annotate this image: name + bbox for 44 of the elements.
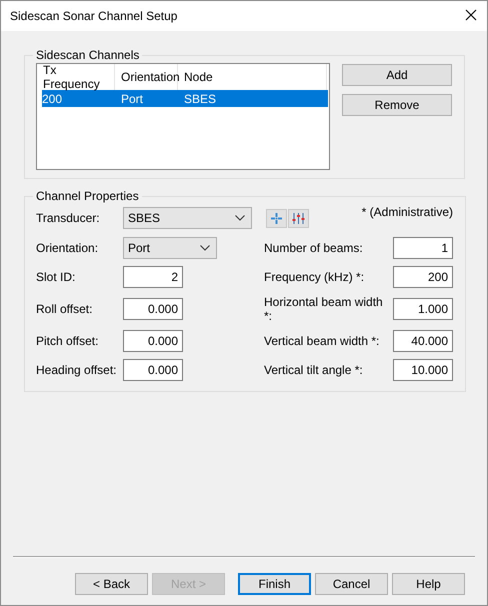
field-label: Pitch offset: <box>36 334 100 348</box>
list-row[interactable]: 200 Port SBES <box>42 90 328 107</box>
dialog-button[interactable]: Cancel <box>315 573 388 595</box>
field-label: Vertical beam width *: <box>264 334 380 348</box>
field-label: Orientation: <box>36 241 100 255</box>
input-field[interactable]: 10.000 <box>393 359 453 381</box>
dialog-button[interactable]: < Back <box>75 573 148 595</box>
field-label: Horizontal beam width *: <box>264 295 384 323</box>
field-label: Number of beams: <box>264 241 364 255</box>
orientation-dropdown[interactable]: Port <box>123 237 217 259</box>
group-title: Channel Properties <box>35 189 140 203</box>
channel-list[interactable]: Tx Frequency Orientation Node 200 Port SBES <box>36 63 330 170</box>
sliders-icon <box>292 212 305 224</box>
field-label: Slot ID: <box>36 270 76 284</box>
sliders-button[interactable] <box>288 208 309 228</box>
note-text: * (Administrative) <box>362 205 453 219</box>
field-label: Vertical tilt angle *: <box>264 363 364 377</box>
input-field[interactable]: 0.000 <box>123 298 183 320</box>
crosshair-icon <box>270 212 283 224</box>
field-label: Frequency (kHz) *: <box>264 270 366 284</box>
field-label: Transducer: <box>36 211 101 225</box>
group-title: Sidescan Channels <box>35 48 140 62</box>
chevron-icon <box>235 215 245 221</box>
dialog-button[interactable]: Finish <box>238 573 311 595</box>
input-field[interactable]: 2 <box>123 266 183 288</box>
field-label: Roll offset: <box>36 302 94 316</box>
list-cell-text: Port <box>120 90 144 107</box>
transducer-dropdown[interactable]: SBES <box>123 207 252 229</box>
input-field[interactable]: 1 <box>393 237 453 259</box>
dialog-button[interactable]: Help <box>392 573 465 595</box>
list-cell-text: 200 <box>42 90 64 107</box>
input-field[interactable]: 200 <box>393 266 453 288</box>
field-label: Heading offset: <box>36 363 118 377</box>
input-field[interactable]: 40.000 <box>393 330 453 352</box>
input-field[interactable]: 0.000 <box>123 359 183 381</box>
crosshair-button[interactable] <box>266 208 287 228</box>
list-cell-text: SBES <box>183 90 216 107</box>
list-button[interactable]: Add <box>342 64 452 86</box>
chevron-icon <box>200 245 210 251</box>
close-icon[interactable] <box>465 8 477 20</box>
input-field[interactable]: 1.000 <box>393 298 453 320</box>
window-title: Sidescan Sonar Channel Setup <box>10 9 178 23</box>
input-field[interactable]: 0.000 <box>123 330 183 352</box>
list-button[interactable]: Remove <box>342 94 452 116</box>
